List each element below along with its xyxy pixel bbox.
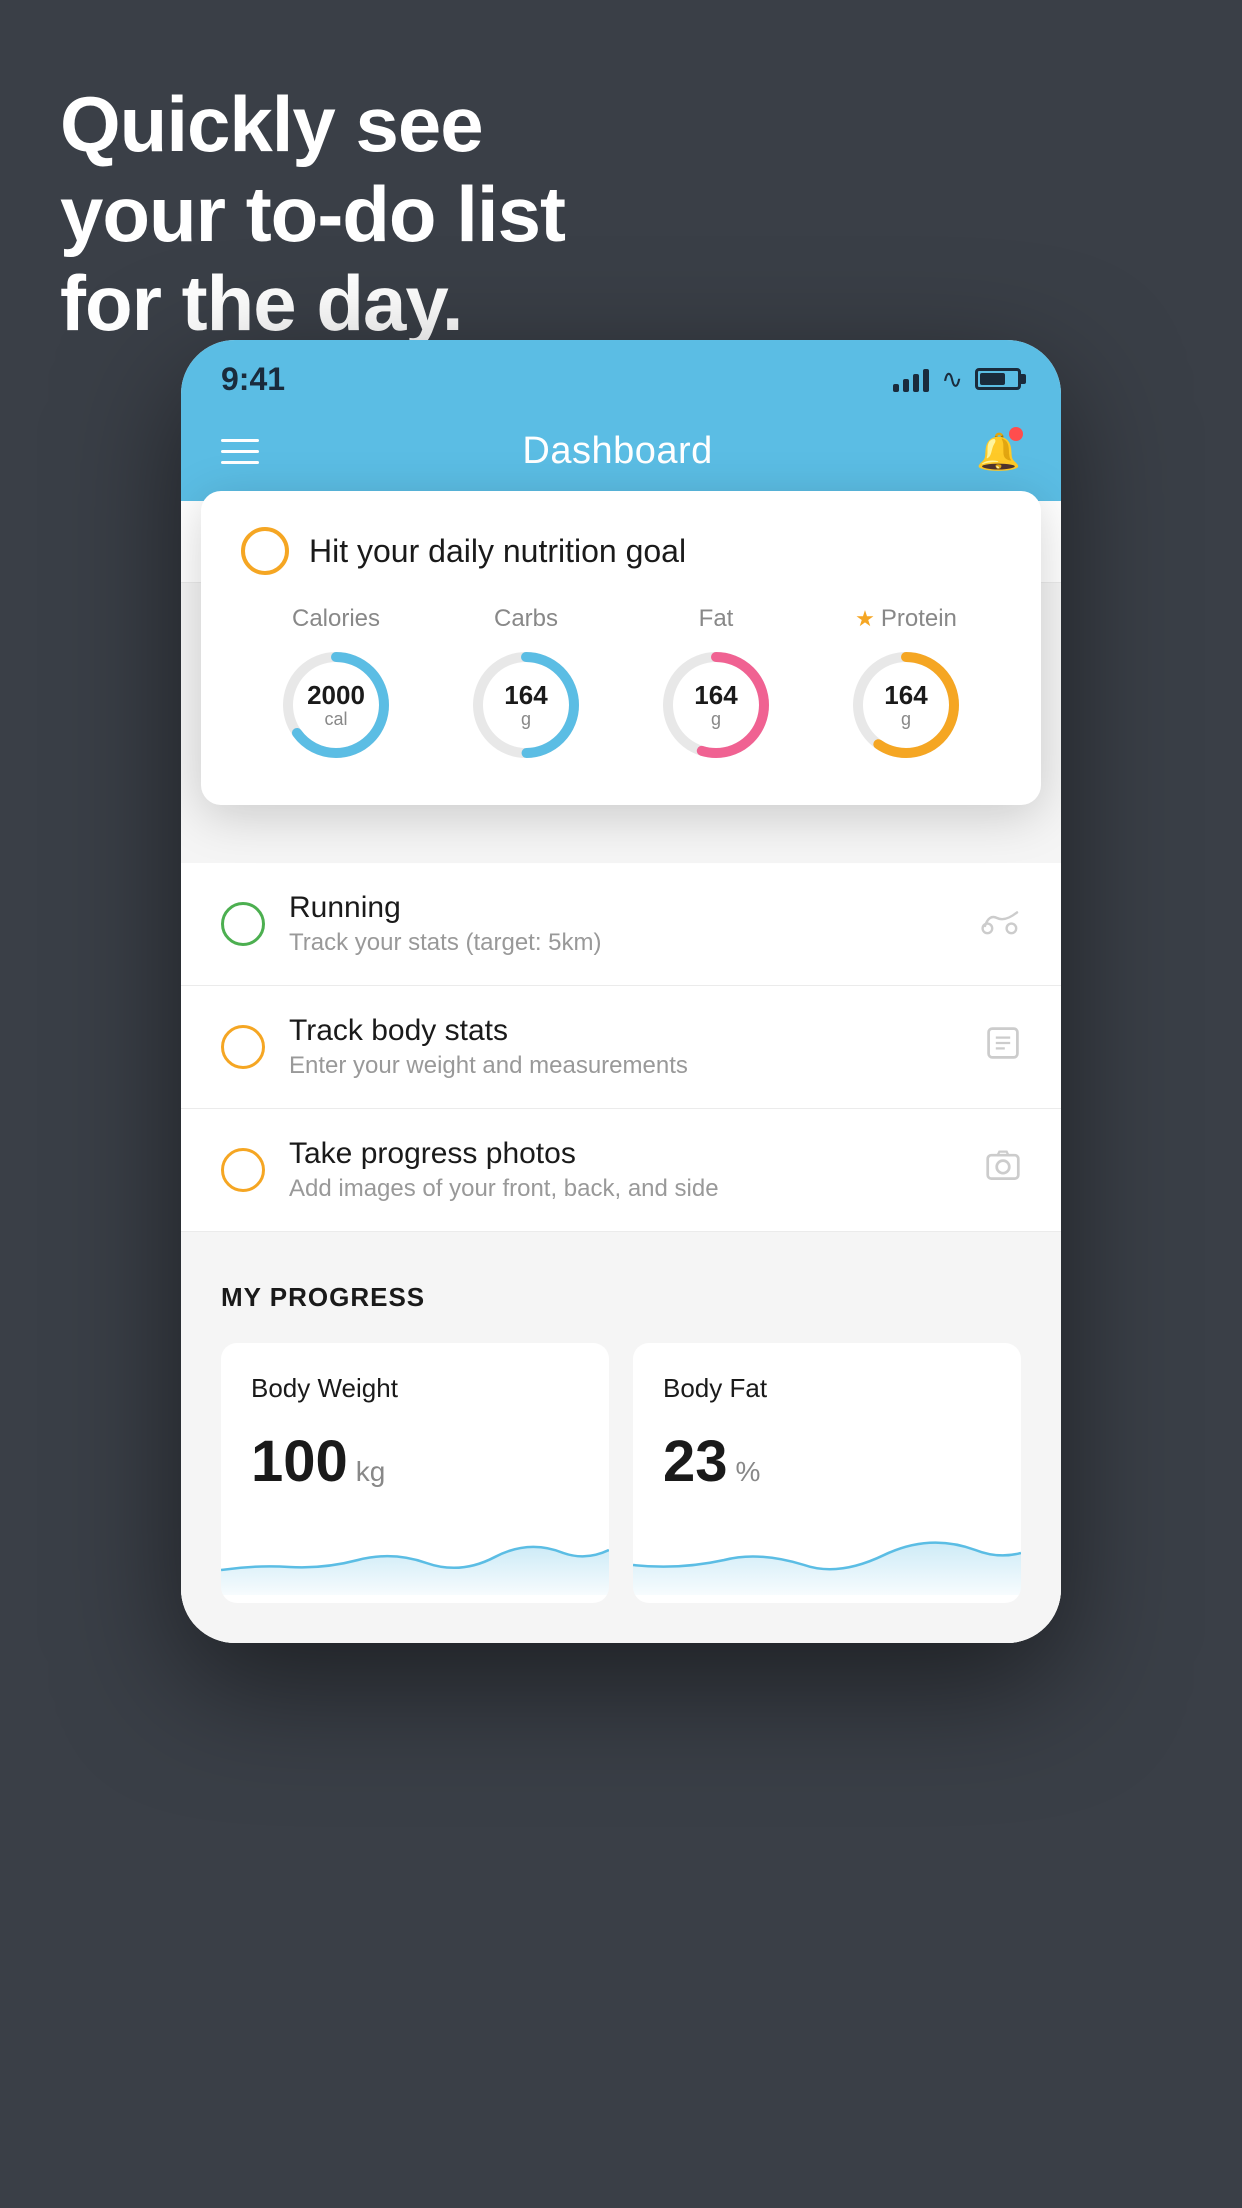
progress-title: MY PROGRESS <box>221 1282 1021 1313</box>
body-weight-unit: kg <box>356 1456 386 1488</box>
photos-desc: Add images of your front, back, and side <box>289 1175 961 1203</box>
body-fat-title: Body Fat <box>663 1373 991 1404</box>
body-fat-number: 23 <box>663 1428 728 1495</box>
headline-line3: for the day. <box>60 259 463 347</box>
body-fat-card[interactable]: Body Fat 23 % <box>633 1343 1021 1603</box>
running-icon <box>981 905 1021 944</box>
carbs-unit: g <box>504 709 547 729</box>
body-stats-text: Track body stats Enter your weight and m… <box>289 1014 961 1080</box>
body-weight-title: Body Weight <box>251 1373 579 1404</box>
battery-icon <box>975 368 1021 390</box>
running-text: Running Track your stats (target: 5km) <box>289 891 957 957</box>
fat-donut: 164 g <box>656 645 776 765</box>
signal-icon <box>893 366 929 392</box>
carbs-donut: 164 g <box>466 645 586 765</box>
protein-unit: g <box>884 709 927 729</box>
fat-unit: g <box>694 709 737 729</box>
todo-item-running[interactable]: Running Track your stats (target: 5km) <box>181 863 1061 986</box>
status-time: 9:41 <box>221 361 285 398</box>
fat-item: Fat 164 g <box>656 605 776 765</box>
body-weight-value-container: 100 kg <box>251 1428 579 1495</box>
body-weight-number: 100 <box>251 1428 348 1495</box>
photos-name: Take progress photos <box>289 1137 961 1171</box>
todo-item-body-stats[interactable]: Track body stats Enter your weight and m… <box>181 986 1061 1109</box>
status-bar: 9:41 ∿ <box>181 340 1061 410</box>
nutrition-card-title: Hit your daily nutrition goal <box>309 533 686 570</box>
carbs-label: Carbs <box>494 605 558 633</box>
fat-label: Fat <box>699 605 734 633</box>
fat-value: 164 <box>694 681 737 710</box>
body-weight-chart <box>221 1515 609 1595</box>
menu-button[interactable] <box>221 439 259 464</box>
body-stats-desc: Enter your weight and measurements <box>289 1052 961 1080</box>
calories-value: 2000 <box>307 681 365 710</box>
app-header: Dashboard 🔔 <box>181 410 1061 501</box>
nutrition-card: Hit your daily nutrition goal Calories 2… <box>201 491 1041 805</box>
progress-section: MY PROGRESS Body Weight 100 kg <box>181 1232 1061 1643</box>
body-stats-name: Track body stats <box>289 1014 961 1048</box>
body-weight-card[interactable]: Body Weight 100 kg <box>221 1343 609 1603</box>
photos-text: Take progress photos Add images of your … <box>289 1137 961 1203</box>
progress-cards: Body Weight 100 kg <box>221 1343 1021 1603</box>
running-circle <box>221 902 265 946</box>
calories-donut: 2000 cal <box>276 645 396 765</box>
photos-icon <box>985 1148 1021 1193</box>
protein-donut: 164 g <box>846 645 966 765</box>
todo-list: Running Track your stats (target: 5km) T… <box>181 863 1061 1232</box>
body-stats-circle <box>221 1025 265 1069</box>
notification-bell[interactable]: 🔔 <box>976 431 1021 473</box>
calories-item: Calories 2000 cal <box>276 605 396 765</box>
calories-label: Calories <box>292 605 380 633</box>
body-fat-chart <box>633 1515 1021 1595</box>
protein-value: 164 <box>884 681 927 710</box>
headline-line2: your to-do list <box>60 170 565 258</box>
todo-item-photos[interactable]: Take progress photos Add images of your … <box>181 1109 1061 1232</box>
running-desc: Track your stats (target: 5km) <box>289 929 957 957</box>
star-icon: ★ <box>855 606 875 632</box>
photos-circle <box>221 1148 265 1192</box>
headline: Quickly see your to-do list for the day. <box>60 80 565 349</box>
nutrition-check-circle[interactable] <box>241 527 289 575</box>
carbs-value: 164 <box>504 681 547 710</box>
body-stats-icon <box>985 1025 1021 1070</box>
protein-item: ★ Protein 164 g <box>846 605 966 765</box>
header-title: Dashboard <box>522 430 712 473</box>
calories-unit: cal <box>307 709 365 729</box>
protein-label: ★ Protein <box>855 605 957 633</box>
headline-line1: Quickly see <box>60 80 483 168</box>
bell-dot <box>1009 427 1023 441</box>
wifi-icon: ∿ <box>941 364 963 395</box>
carbs-item: Carbs 164 g <box>466 605 586 765</box>
body-fat-unit: % <box>736 1456 761 1488</box>
body-fat-value-container: 23 % <box>663 1428 991 1495</box>
app-content: THINGS TO DO TODAY Hit your daily nutrit… <box>181 501 1061 1643</box>
nutrition-circles: Calories 2000 cal Carbs <box>241 605 1001 765</box>
status-icons: ∿ <box>893 364 1021 395</box>
phone-mockup: 9:41 ∿ Dashboard 🔔 <box>181 340 1061 1643</box>
running-name: Running <box>289 891 957 925</box>
